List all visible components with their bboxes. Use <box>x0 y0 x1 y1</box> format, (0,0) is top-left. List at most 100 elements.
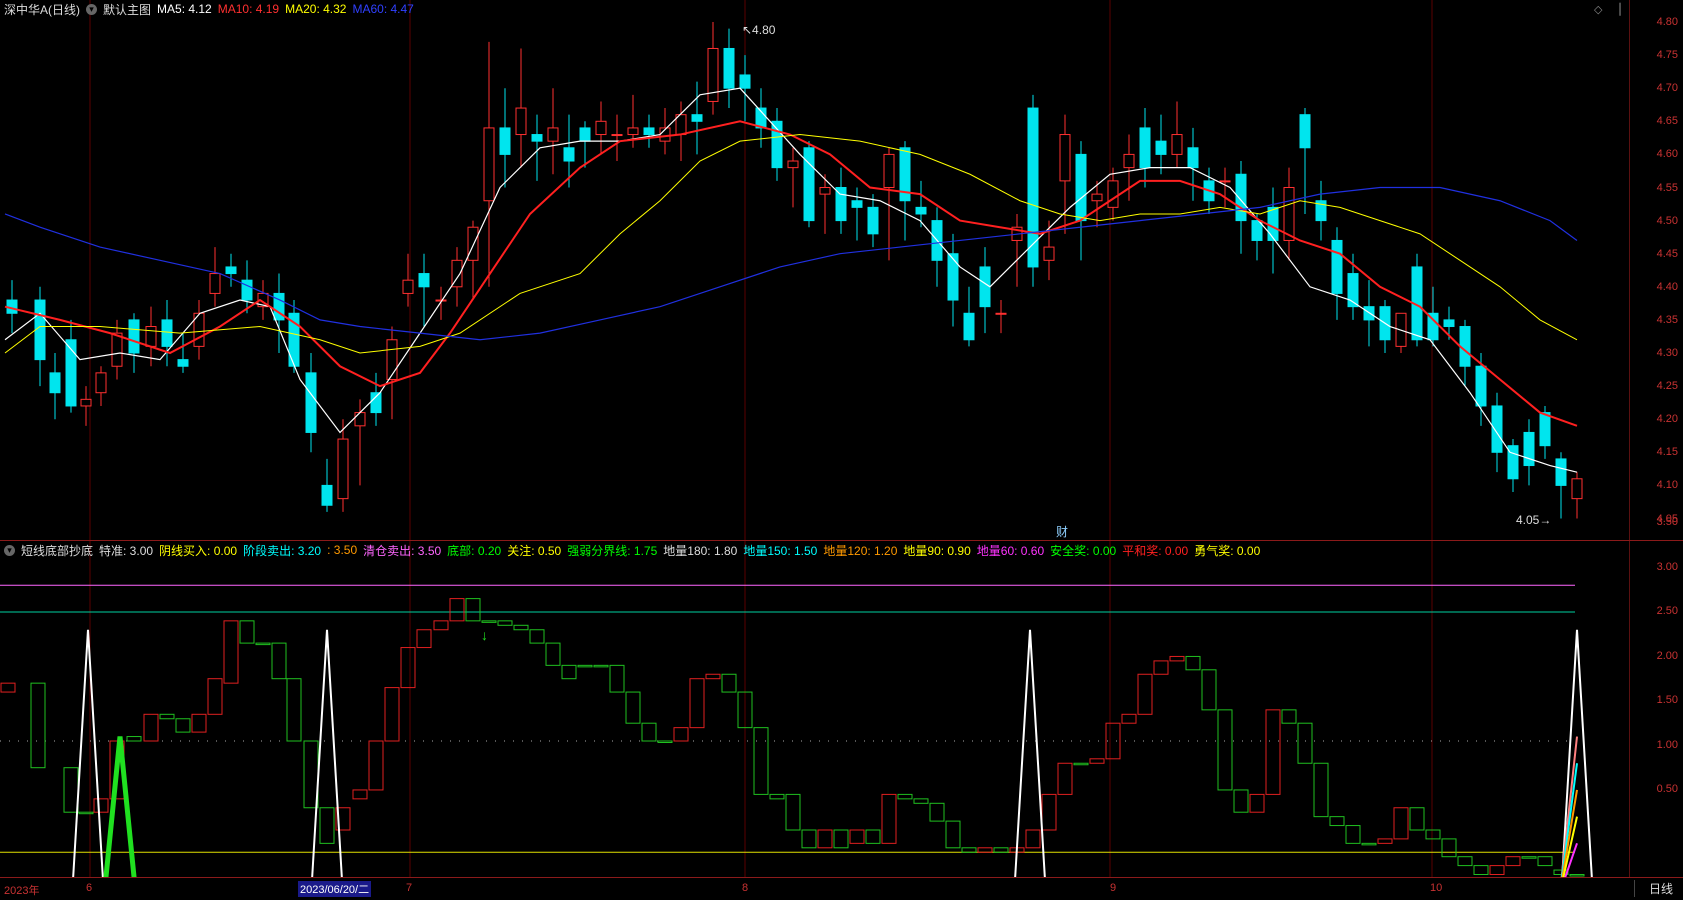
candle <box>931 207 943 287</box>
indicator-box <box>1441 838 1457 858</box>
indicator-box <box>897 793 913 800</box>
candle <box>177 333 189 373</box>
indicator-box <box>673 727 689 742</box>
candle-body <box>563 147 575 162</box>
candle-body <box>321 484 333 506</box>
candle <box>1331 227 1343 320</box>
indicator-box <box>1313 762 1329 818</box>
candle <box>691 81 703 155</box>
candle-body <box>1299 114 1311 149</box>
indicator-chart[interactable]: ↓ <box>0 541 1629 897</box>
indicator-box <box>913 798 929 804</box>
candle <box>95 366 107 406</box>
candle <box>579 121 591 168</box>
price-chart-panel[interactable]: ↖4.80 4.05→ 财 深中华A(日线) ▾ 默认主图 MA5: 4.12 MA… <box>0 0 1629 540</box>
candle-body <box>643 127 655 136</box>
price-tick: 4.10 <box>1656 479 1678 492</box>
indicator-box <box>319 807 335 844</box>
indicator-panel[interactable]: ↓ ▾ 短线底部抄底 特准: 3.00 阴线买入: 0.00 阶段卖出: 3.20:… <box>0 541 1629 897</box>
candle <box>915 180 927 228</box>
candle-body <box>467 226 479 261</box>
diamond-icon[interactable]: ◇ <box>1594 3 1602 16</box>
candle <box>451 247 463 307</box>
candle <box>659 108 671 155</box>
candle-body <box>209 273 221 294</box>
indicator-box <box>449 598 465 622</box>
candle-body <box>1235 173 1247 222</box>
indicator-box <box>1105 722 1121 760</box>
indicator-box <box>625 691 641 724</box>
candle <box>305 353 317 453</box>
indicator-box <box>1073 762 1089 766</box>
candle <box>995 300 1007 334</box>
candle-body <box>883 153 895 188</box>
indicator-menu-icon[interactable]: ▾ <box>4 544 15 556</box>
price-tick: 4.55 <box>1656 181 1678 194</box>
indicator-box <box>513 624 529 631</box>
indicator-value: 特准: 3.00 <box>99 543 154 558</box>
candle-body <box>691 114 703 122</box>
candle-body <box>1123 153 1135 169</box>
candle <box>835 167 847 234</box>
candle <box>49 353 61 420</box>
candle <box>499 88 511 188</box>
candle <box>723 28 735 109</box>
candle-body <box>1331 239 1343 294</box>
chevron-down-icon[interactable]: ▾ <box>86 3 97 15</box>
price-tick: 4.40 <box>1656 280 1678 293</box>
candle <box>739 55 751 122</box>
template-label[interactable]: 默认主图 <box>103 1 151 18</box>
indicator-box <box>63 767 79 813</box>
candle-body <box>145 326 157 347</box>
indicator-axis: 3.50 3.00 2.50 2.00 1.50 1.00 0.50 <box>1629 516 1683 877</box>
indicator-name[interactable]: 短线底部抄底 <box>21 542 93 559</box>
candle <box>225 253 237 287</box>
indicator-value: 地量180: 1.80 <box>663 543 738 558</box>
indicator-box <box>561 664 577 680</box>
indicator-tick: 0.50 <box>1656 783 1678 795</box>
period-button[interactable]: 日线 <box>1633 880 1673 897</box>
indicator-box <box>481 620 497 623</box>
indicator-box <box>801 829 817 849</box>
indicator-value: 强弱分界线: 1.75 <box>567 543 658 558</box>
indicator-box <box>271 642 287 680</box>
candle <box>963 286 975 347</box>
candle-body <box>611 134 623 137</box>
indicator-box <box>0 682 16 693</box>
candle-body <box>337 438 349 500</box>
indicator-value: 安全奖: 0.00 <box>1050 543 1117 558</box>
candle-body <box>1043 246 1055 261</box>
price-tick: 4.60 <box>1656 148 1678 161</box>
candle-body <box>915 206 927 215</box>
indicator-box <box>175 718 191 733</box>
candle-body <box>1443 319 1455 328</box>
candle <box>1379 300 1391 353</box>
indicator-box <box>865 829 881 844</box>
indicator-box <box>1297 722 1313 764</box>
candle-body <box>34 299 46 361</box>
stock-name[interactable]: 深中华A(日线) <box>4 1 80 18</box>
scroll-icon[interactable]: ▕ <box>1612 3 1620 16</box>
indicator-box <box>593 664 609 668</box>
indicator-box <box>817 829 833 849</box>
indicator-box <box>977 847 993 853</box>
indicator-box <box>1281 709 1297 724</box>
indicator-box <box>223 620 239 684</box>
candle <box>1315 180 1327 241</box>
candle <box>209 247 221 307</box>
candle-body <box>1139 127 1151 169</box>
price-tick: 4.65 <box>1656 115 1678 128</box>
candle <box>402 253 414 307</box>
candle-body <box>1091 193 1103 202</box>
candlestick-chart[interactable]: ↖4.80 4.05→ 财 <box>0 0 1629 540</box>
ma20-label: MA20: 4.32 <box>285 2 347 16</box>
candle <box>1571 472 1583 519</box>
price-chart-header: 深中华A(日线) ▾ 默认主图 MA5: 4.12 MA10: 4.19 MA2… <box>0 0 414 18</box>
candle-body <box>128 319 140 354</box>
candle <box>1011 213 1023 287</box>
indicator-box <box>577 664 593 668</box>
candle-body <box>305 372 317 433</box>
indicator-value: 阶段卖出: 3.20 <box>243 543 322 558</box>
candle <box>1187 127 1199 201</box>
indicator-box <box>881 793 897 844</box>
